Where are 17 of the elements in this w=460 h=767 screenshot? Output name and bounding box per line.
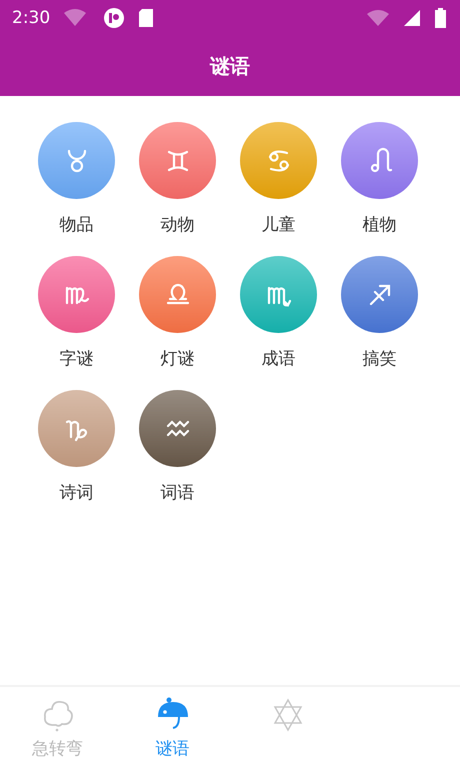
sd-card-icon — [138, 8, 154, 28]
screen-title: 谜语 — [210, 52, 250, 80]
category-label[interactable]: 搞笑 — [362, 347, 396, 370]
app-icon — [104, 8, 124, 28]
signal-icon — [403, 9, 421, 27]
category-label[interactable]: 字谜 — [60, 347, 94, 370]
category-label[interactable]: 儿童 — [262, 213, 296, 236]
category-label[interactable]: 词语 — [160, 481, 194, 504]
category-label[interactable]: 诗词 — [60, 481, 94, 504]
category-label[interactable]: 动物 — [160, 213, 194, 236]
category-label[interactable]: 成语 — [262, 347, 296, 370]
category-label[interactable]: 灯谜 — [160, 347, 194, 370]
category-label[interactable]: 植物 — [362, 213, 396, 236]
category-label[interactable]: 物品 — [60, 213, 94, 236]
wifi-off-icon — [367, 9, 389, 27]
battery-icon — [435, 8, 446, 28]
status-time: 2:30 — [12, 8, 50, 28]
